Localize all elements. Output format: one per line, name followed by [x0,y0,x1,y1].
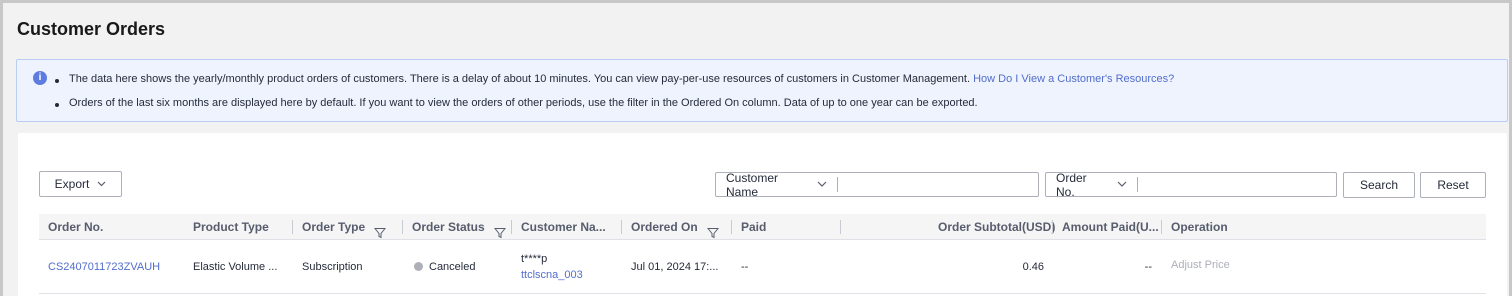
bullet-dot [55,103,59,107]
column-divider[interactable] [731,220,732,234]
chevron-down-icon [817,179,827,190]
column-divider[interactable] [402,220,403,234]
chevron-down-icon [1117,179,1127,190]
filter-icon[interactable] [706,222,720,239]
search-button[interactable]: Search [1343,172,1415,198]
paid-cell: -- [741,261,749,273]
column-divider[interactable] [840,220,841,234]
filter-icon[interactable] [374,222,387,239]
column-header-order-status[interactable]: Order Status [412,214,507,240]
customer-filter-label: Customer Name [726,170,779,199]
customer-masked-name: t****p [521,253,548,265]
table-row: CS2407011723ZVAUH Elastic Volume ... Sub… [39,241,1486,294]
reset-button[interactable]: Reset [1420,172,1486,198]
order-filter-label: Order No. [1056,170,1087,199]
column-divider[interactable] [1052,220,1053,234]
column-divider[interactable] [621,220,622,234]
notice-line-1: The data here shows the yearly/monthly p… [69,73,1174,85]
column-header-operation: Operation [1171,220,1228,234]
column-header-ordered-on[interactable]: Ordered On [631,214,720,240]
notice-line-2: Orders of the last six months are displa… [69,97,978,109]
column-header-paid[interactable]: Paid [741,214,766,240]
customer-filter-select[interactable]: Customer Name [716,171,838,199]
export-label: Export [54,177,90,191]
column-divider[interactable] [1161,220,1162,234]
bullet-dot [55,79,59,83]
status-dot-icon [414,262,423,271]
order-subtotal-cell: 0.46 [1022,261,1044,273]
customer-name-header-label: Customer Na... [521,220,606,234]
column-divider[interactable] [511,220,512,234]
column-header-customer-name[interactable]: Customer Na... [521,214,606,240]
ordered-on-cell: Jul 01, 2024 17:... [631,261,719,273]
column-header-order-type[interactable]: Order Type [302,214,387,240]
notice-text-1: The data here shows the yearly/monthly p… [69,73,971,85]
info-notice: i The data here shows the yearly/monthly… [16,59,1508,122]
chevron-down-icon [97,179,106,189]
order-status-text: Canceled [429,261,476,273]
column-header-amount-paid[interactable]: Amount Paid(U... [1062,214,1159,240]
column-divider[interactable] [292,220,293,234]
order-no-link[interactable]: CS2407011723ZVAUH [48,261,160,273]
product-type-cell: Elastic Volume ... [193,261,278,273]
order-status-label: Order Status [412,220,485,234]
export-button[interactable]: Export [39,171,122,197]
table-header: Order No. Product Type Order Type Order … [39,214,1486,240]
order-filter-select[interactable]: Order No. [1046,171,1138,199]
amount-paid-cell: -- [1144,261,1152,273]
info-icon: i [33,71,47,85]
order-type-cell: Subscription [302,261,363,273]
orders-card: Export Customer Name Order No. Search Re… [18,133,1507,296]
filter-icon[interactable] [493,222,507,239]
adjust-price-button[interactable]: Adjust Price [1171,259,1230,271]
column-header-order-no[interactable]: Order No. [48,214,103,240]
customer-account-link[interactable]: ttclscna_003 [521,269,583,281]
ordered-on-label: Ordered On [631,220,698,234]
order-type-label: Order Type [302,220,366,234]
app-frame: Customer Orders i The data here shows th… [0,0,1512,296]
customer-name-filter[interactable]: Customer Name [715,171,1039,199]
view-resources-link[interactable]: How Do I View a Customer's Resources? [973,73,1174,85]
order-status-cell: Canceled [414,261,475,273]
page-title: Customer Orders [17,19,166,39]
column-header-order-subtotal[interactable]: Order Subtotal(USD) [938,214,1055,240]
order-no-filter[interactable]: Order No. [1045,171,1337,199]
column-header-product-type[interactable]: Product Type [193,214,269,240]
